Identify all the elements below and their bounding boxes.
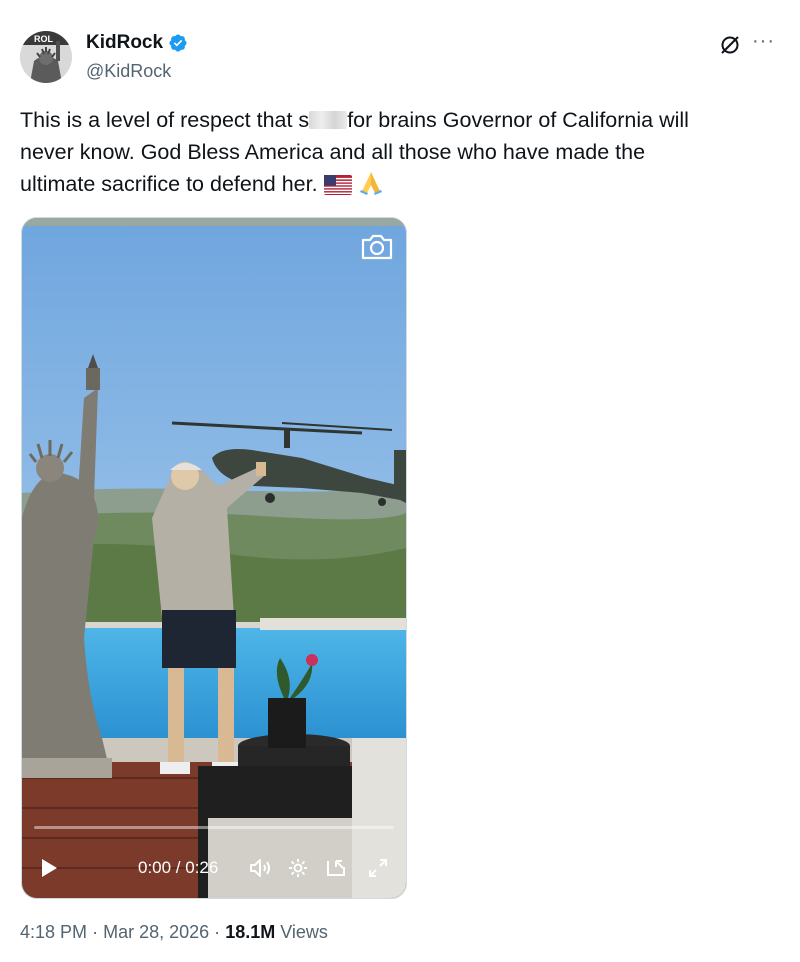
- display-name[interactable]: KidRock: [86, 32, 163, 54]
- tweet-text-line3: ultimate sacrifice to defend her.: [20, 172, 318, 196]
- statue-of-liberty-avatar-image: ROL: [20, 31, 72, 83]
- tweet-text-line2: never know. God Bless America and all th…: [20, 140, 646, 164]
- video-progress-bar[interactable]: [34, 826, 394, 829]
- camera-icon[interactable]: [359, 232, 395, 262]
- grok-icon[interactable]: [718, 33, 742, 57]
- more-options-icon[interactable]: ···: [752, 30, 775, 53]
- verified-badge-icon: [169, 34, 187, 52]
- dock-video-icon[interactable]: [324, 856, 348, 880]
- play-icon[interactable]: [40, 858, 58, 878]
- tweet-meta: 4:18 PM · Mar 28, 2026 · 18.1M Views: [20, 922, 328, 943]
- video-time: 0:00 / 0:26: [138, 858, 219, 877]
- meta-separator: ·: [214, 922, 221, 942]
- fullscreen-icon[interactable]: [366, 856, 390, 880]
- author-name-row[interactable]: KidRock: [86, 32, 188, 54]
- meta-separator: ·: [92, 922, 99, 942]
- tweet-text-line1-end: for brains Governor of California will: [347, 108, 689, 132]
- views-count: 18.1M: [225, 922, 276, 942]
- video-frame-image: [22, 218, 406, 898]
- tweet-date[interactable]: Mar 28, 2026: [103, 922, 209, 942]
- avatar[interactable]: ROL: [20, 31, 72, 83]
- us-flag-icon: [323, 175, 352, 195]
- author-handle[interactable]: @KidRock: [86, 61, 171, 82]
- svg-text:ROL: ROL: [34, 34, 54, 44]
- tweet-text: This is a level of respect that s for bra…: [20, 104, 760, 200]
- volume-icon[interactable]: [248, 856, 272, 880]
- censored-word: [309, 111, 348, 129]
- views-label: Views: [280, 922, 328, 942]
- tweet-time[interactable]: 4:18 PM: [20, 922, 87, 942]
- tweet-text-line1-start: This is a level of respect that s: [20, 108, 310, 132]
- settings-gear-icon[interactable]: [286, 856, 310, 880]
- folded-hands-icon: [359, 172, 382, 195]
- video-player[interactable]: 0:00 / 0:26: [21, 217, 407, 899]
- video-controls: 0:00 / 0:26: [22, 848, 406, 888]
